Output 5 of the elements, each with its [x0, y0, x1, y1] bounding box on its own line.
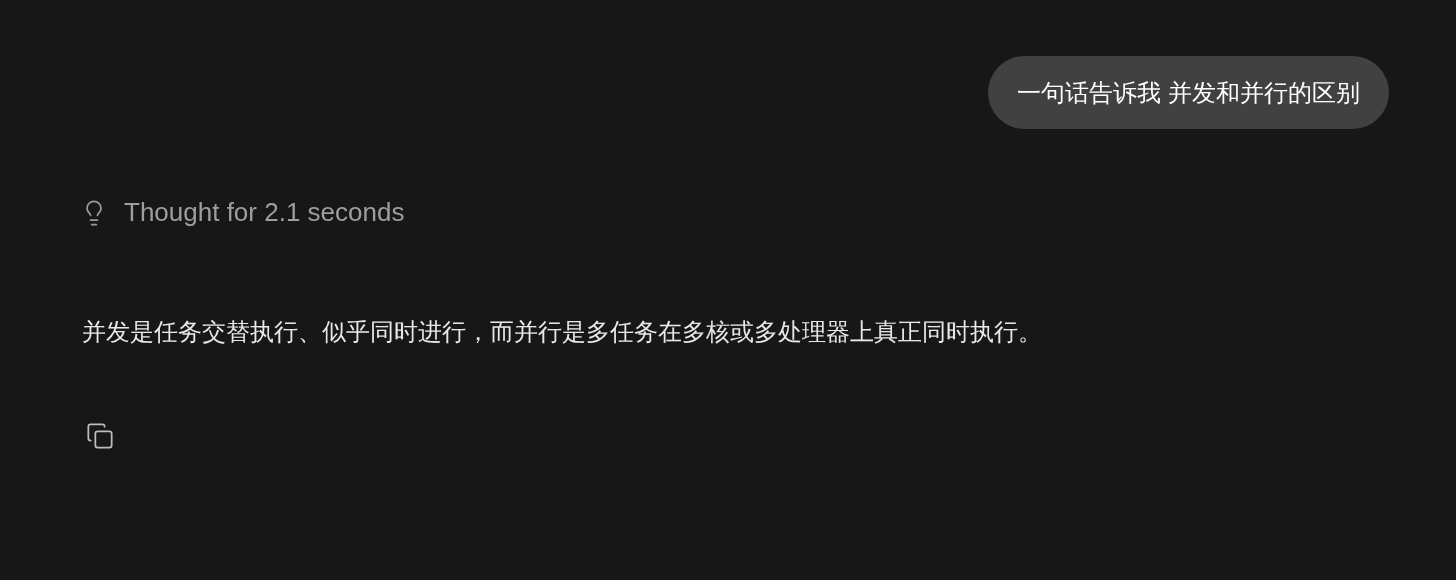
user-message-bubble: 一句话告诉我 并发和并行的区别 — [988, 56, 1389, 129]
copy-icon — [86, 422, 114, 450]
copy-button[interactable] — [84, 420, 116, 452]
thought-duration[interactable]: Thought for 2.1 seconds — [124, 193, 405, 232]
answer-text: 并发是任务交替执行、似乎同时进行，而并行是多任务在多核或多处理器上真正同时执行。 — [82, 317, 1043, 347]
